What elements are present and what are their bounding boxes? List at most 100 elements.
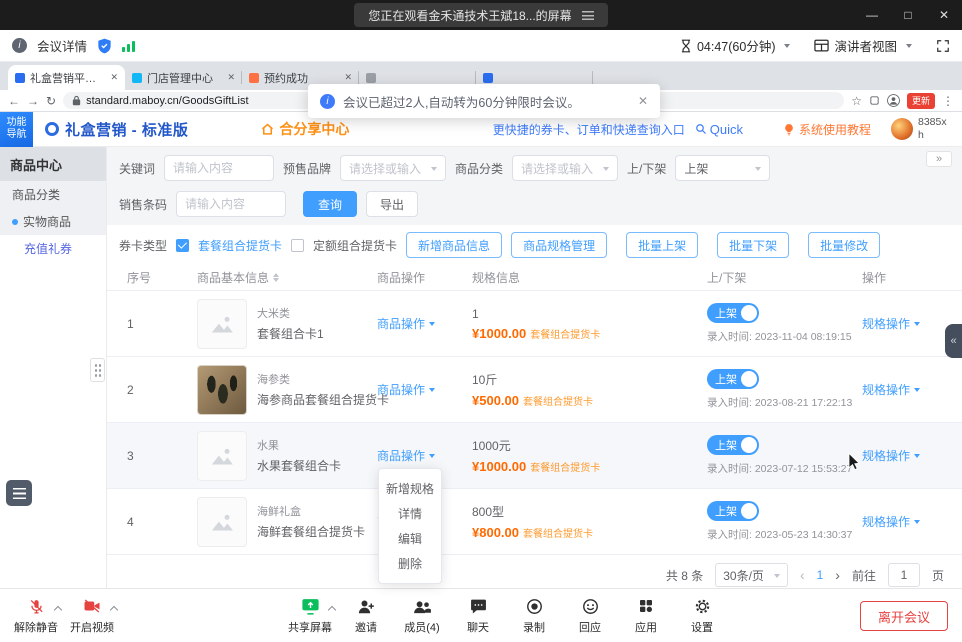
keyword-label: 关键词	[119, 160, 155, 177]
toast-close-icon[interactable]: ✕	[638, 94, 648, 108]
chevron-up-icon[interactable]	[54, 606, 62, 614]
chat-button[interactable]: 聊天	[450, 596, 506, 635]
chevron-up-icon[interactable]	[328, 606, 336, 614]
view-mode-selector[interactable]: 演讲者视图	[814, 36, 912, 55]
checkbox-combo-card-checked[interactable]	[176, 239, 189, 252]
sidebar-item-physical-goods[interactable]: 实物商品	[0, 208, 106, 235]
page-number[interactable]: 1	[817, 568, 824, 582]
checkbox-fixed-card-label[interactable]: 定额组合提货卡	[313, 237, 397, 254]
shelf-select[interactable]: 上架	[675, 155, 770, 181]
product-op-link[interactable]: 商品操作	[377, 381, 435, 398]
next-page-icon[interactable]: ›	[835, 567, 840, 583]
addressbar-actions: ☆ 更新 ⋮	[851, 93, 954, 109]
floating-list-button[interactable]	[6, 480, 32, 506]
sidebar-item-gift-voucher[interactable]: 充值礼券	[0, 235, 106, 262]
brand-select[interactable]: 请选择或输入	[340, 155, 446, 181]
menu-item-detail[interactable]: 详情	[379, 501, 441, 526]
sidebar-item-goods-category[interactable]: 商品分类	[0, 181, 106, 208]
members-button[interactable]: 成员(4)	[394, 596, 450, 635]
members-label: 成员(4)	[404, 619, 439, 635]
list-icon	[13, 488, 26, 499]
maximize-button[interactable]: □	[890, 0, 926, 30]
batch-offshelf-button[interactable]: 批量下架	[717, 232, 789, 258]
keyword-input[interactable]	[164, 155, 274, 181]
export-button[interactable]: 导出	[366, 191, 418, 217]
record-button[interactable]: 录制	[506, 596, 562, 635]
user-menu[interactable]: 8385xh	[891, 116, 950, 141]
tab-close-icon[interactable]: ✕	[344, 72, 352, 83]
profile-icon[interactable]	[887, 94, 900, 107]
category-select[interactable]: 请选择或输入	[512, 155, 618, 181]
fullscreen-icon[interactable]	[936, 39, 950, 53]
spec-op-link[interactable]: 规格操作	[862, 513, 920, 530]
barcode-input[interactable]	[176, 191, 286, 217]
lock-icon	[72, 95, 81, 106]
search-button[interactable]: 查询	[303, 191, 357, 217]
start-video-button[interactable]: 开启视频	[64, 596, 120, 635]
col-no: 序号	[107, 269, 185, 286]
bookmark-star-icon[interactable]: ☆	[851, 94, 862, 108]
spec-op-link[interactable]: 规格操作	[862, 315, 920, 332]
prev-page-icon[interactable]: ‹	[800, 567, 805, 583]
extension-icon[interactable]	[869, 95, 880, 106]
side-drawer-handle[interactable]: «	[945, 324, 962, 358]
invite-button[interactable]: 邀请	[338, 596, 394, 635]
shelf-toggle[interactable]: 上架	[707, 501, 759, 521]
tab-gift-admin[interactable]: 礼盒营销平台管理中心 ✕	[8, 65, 125, 90]
menu-item-delete[interactable]: 删除	[379, 551, 441, 576]
meeting-timer[interactable]: 04:47(60分钟)	[680, 36, 791, 55]
settings-button[interactable]: 设置	[674, 596, 730, 635]
tab-close-icon[interactable]: ✕	[227, 72, 235, 83]
forward-icon[interactable]: →	[27, 94, 39, 108]
product-op-link[interactable]: 商品操作	[377, 315, 435, 332]
reactions-button[interactable]: 回应	[562, 596, 618, 635]
share-screen-button[interactable]: 共享屏幕	[282, 596, 338, 635]
browser-menu-icon[interactable]: ⋮	[942, 94, 954, 108]
close-button[interactable]: ✕	[926, 0, 962, 30]
shelf-toggle[interactable]: 上架	[707, 369, 759, 389]
gear-icon	[694, 598, 711, 615]
checkbox-fixed-card-unchecked[interactable]	[291, 239, 304, 252]
function-nav-badge[interactable]: 功能导航	[0, 112, 33, 147]
spec-op-link[interactable]: 规格操作	[862, 381, 920, 398]
page-size-select[interactable]: 30条/页	[715, 563, 788, 587]
product-name: 水果套餐组合卡	[257, 457, 341, 474]
drag-handle[interactable]	[90, 358, 105, 382]
unmute-button[interactable]: 解除静音	[8, 596, 64, 635]
product-category: 大米类	[257, 305, 324, 321]
price: ¥500.00	[472, 393, 519, 408]
shelf-toggle[interactable]: 上架	[707, 303, 759, 323]
product-name: 海鲜套餐组合提货卡	[257, 523, 365, 540]
spec-manage-button[interactable]: 商品规格管理	[511, 232, 607, 258]
apps-button[interactable]: 应用	[618, 596, 674, 635]
menu-item-edit[interactable]: 编辑	[379, 526, 441, 551]
shelf-toggle[interactable]: 上架	[707, 435, 759, 455]
back-icon[interactable]: ←	[8, 94, 20, 108]
tutorial-link[interactable]: 系统使用教程	[783, 121, 871, 138]
checkbox-combo-card-label[interactable]: 套餐组合提货卡	[198, 237, 282, 254]
sort-icon[interactable]	[273, 270, 279, 285]
tab-close-icon[interactable]: ✕	[110, 72, 118, 83]
batch-edit-button[interactable]: 批量修改	[808, 232, 880, 258]
update-badge[interactable]: 更新	[907, 93, 935, 109]
add-product-button[interactable]: 新增商品信息	[406, 232, 502, 258]
url-text: standard.maboy.cn/GoodsGiftList	[86, 95, 248, 107]
row-no: 3	[107, 449, 185, 463]
reload-icon[interactable]: ↻	[46, 94, 56, 108]
bulb-icon	[783, 123, 795, 136]
batch-onshelf-button[interactable]: 批量上架	[626, 232, 698, 258]
spec-value: 1000元	[472, 437, 695, 454]
collapse-panel-button[interactable]: »	[926, 151, 952, 167]
meeting-details-button[interactable]: 会议详情	[37, 36, 87, 55]
tab-store-admin[interactable]: 门店管理中心 ✕	[125, 65, 242, 90]
product-op-link-open[interactable]: 商品操作	[377, 447, 435, 464]
spec-op-link[interactable]: 规格操作	[862, 447, 920, 464]
layout-toggle-icon[interactable]	[582, 11, 594, 20]
minimize-button[interactable]: —	[854, 0, 890, 30]
goto-page-input[interactable]	[888, 563, 920, 587]
share-center-link[interactable]: 合分享中心	[260, 119, 349, 139]
leave-meeting-button[interactable]: 离开会议	[860, 601, 948, 631]
menu-item-add-spec[interactable]: 新增规格	[379, 476, 441, 501]
chevron-up-icon[interactable]	[110, 606, 118, 614]
quick-search-link[interactable]: Quick	[695, 122, 743, 137]
